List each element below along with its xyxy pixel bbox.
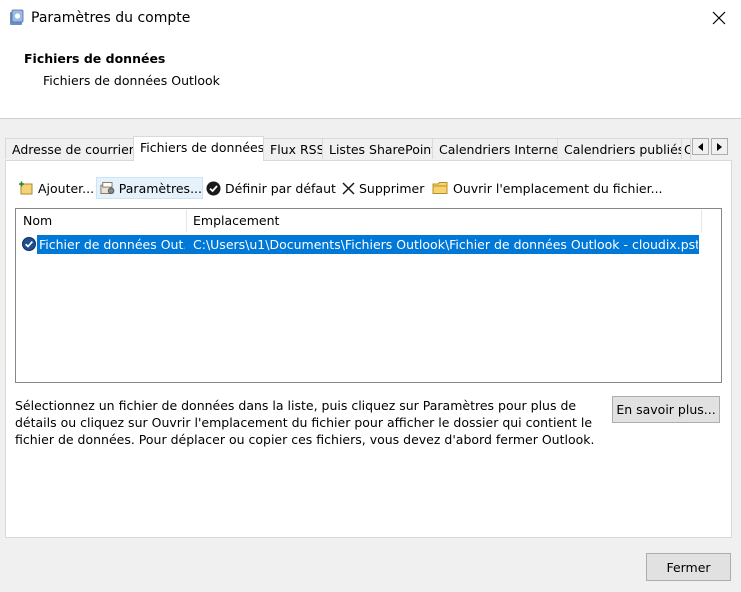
arrow-left-icon [698, 142, 703, 151]
add-button[interactable]: Ajouter... [18, 177, 94, 199]
tab-scroll-left-button[interactable] [692, 138, 709, 155]
set-default-label: Définir par défaut [225, 180, 336, 196]
folder-icon [432, 182, 448, 194]
page-title: Fichiers de données [24, 51, 166, 66]
open-location-button[interactable]: Ouvrir l'emplacement du fichier... [432, 177, 663, 199]
set-default-button[interactable]: Définir par défaut [206, 177, 336, 199]
tab-strip: Adresse de courrier Fichiers de données … [5, 136, 733, 161]
arrow-right-icon [717, 142, 722, 151]
check-circle-icon [206, 181, 221, 195]
tab-published-calendars[interactable]: Calendriers publiés [557, 138, 682, 159]
tab-rss[interactable]: Flux RSS [263, 138, 323, 159]
tab-email[interactable]: Adresse de courrier [5, 138, 134, 159]
default-check-icon [22, 237, 36, 254]
add-label: Ajouter... [38, 180, 95, 196]
column-header-name[interactable]: Nom [16, 210, 186, 232]
column-divider[interactable] [701, 210, 702, 232]
settings-label: Paramètres... [118, 180, 202, 196]
tab-address-books[interactable]: Carnets d'adresses [681, 138, 691, 159]
page-subtitle: Fichiers de données Outlook [43, 73, 220, 88]
column-header-location[interactable]: Emplacement [186, 210, 701, 232]
open-location-label: Ouvrir l'emplacement du fichier... [453, 180, 663, 196]
account-settings-icon [8, 9, 26, 27]
tab-scroll-right-button[interactable] [711, 138, 728, 155]
learn-more-button[interactable]: En savoir plus... [612, 396, 720, 423]
remove-button[interactable]: Supprimer [342, 177, 424, 199]
tab-sharepoint[interactable]: Listes SharePoint [322, 138, 433, 159]
remove-label: Supprimer [359, 180, 425, 196]
add-file-icon [19, 181, 33, 195]
tab-data-files[interactable]: Fichiers de données [133, 136, 264, 161]
info-text: Sélectionnez un fichier de données dans … [15, 398, 595, 447]
window-title: Paramètres du compte [31, 10, 191, 26]
close-button[interactable]: Fermer [646, 553, 731, 581]
tab-internet-calendars[interactable]: Calendriers Internet [432, 138, 558, 159]
close-window-button[interactable] [705, 4, 733, 32]
remove-icon [342, 181, 355, 195]
settings-icon [100, 181, 115, 195]
close-icon [712, 11, 726, 25]
settings-button[interactable]: Paramètres... [96, 177, 203, 199]
row-location-cell: C:\Users\u1\Documents\Fichiers Outlook\F… [193, 237, 698, 252]
row-name-cell: Fichier de données Out... [39, 237, 185, 252]
